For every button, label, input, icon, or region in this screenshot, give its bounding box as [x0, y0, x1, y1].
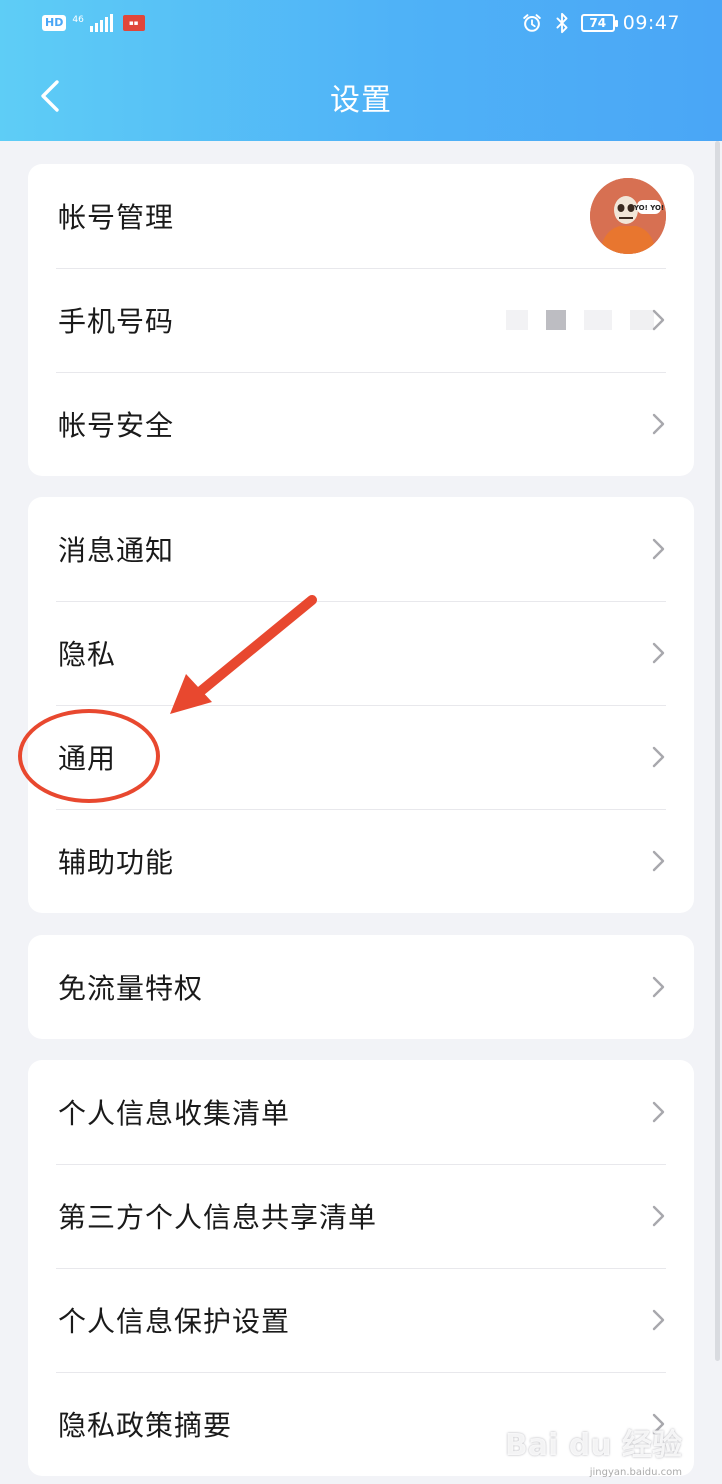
settings-row-accessibility[interactable]: 辅助功能	[28, 809, 694, 913]
chevron-right-icon	[652, 850, 665, 872]
settings-row-free-data-privilege[interactable]: 免流量特权	[28, 935, 694, 1039]
settings-row-phone-number[interactable]: 手机号码	[28, 268, 694, 372]
row-label: 隐私	[58, 638, 117, 671]
chevron-right-icon	[652, 1309, 665, 1331]
alarm-icon	[522, 14, 541, 32]
settings-row-third-party-sharing-list[interactable]: 第三方个人信息共享清单	[28, 1164, 694, 1268]
watermark-url: jingyan.baidu.com	[589, 1467, 682, 1478]
settings-row-info-protection[interactable]: 个人信息保护设置	[28, 1268, 694, 1372]
row-label: 消息通知	[58, 534, 175, 567]
row-label: 第三方个人信息共享清单	[58, 1201, 378, 1234]
row-label: 个人信息收集清单	[58, 1097, 291, 1130]
battery-icon: 74	[580, 14, 618, 32]
chevron-right-icon	[652, 1101, 665, 1123]
settings-row-privacy[interactable]: 隐私	[28, 601, 694, 705]
avatar-speech-text: YO! YO!	[633, 204, 664, 212]
settings-row-account-management[interactable]: 帐号管理 YO! YO!	[28, 164, 694, 268]
signal-icon	[89, 14, 113, 32]
row-label: 手机号码	[58, 305, 175, 338]
account-settings-card: 帐号管理 YO! YO! 手机号码 帐号安全	[28, 164, 694, 476]
chevron-right-icon	[652, 746, 665, 768]
general-settings-card: 消息通知 隐私 通用 辅助功能	[28, 497, 694, 913]
chevron-right-icon	[652, 1205, 665, 1227]
chevron-right-icon	[652, 309, 665, 331]
chevron-right-icon	[652, 976, 665, 998]
row-label: 隐私政策摘要	[58, 1409, 233, 1442]
personal-info-card: 个人信息收集清单 第三方个人信息共享清单 个人信息保护设置 隐私政策摘要	[28, 1060, 694, 1476]
hd-icon: HD	[42, 15, 67, 31]
status-time: 09:47	[622, 12, 680, 34]
row-label: 免流量特权	[58, 972, 204, 1005]
watermark-logo: Bai du 经验	[504, 1428, 682, 1463]
row-label: 个人信息保护设置	[58, 1305, 291, 1338]
header: HD 46 ▪▪ 74 09:47 设置	[0, 0, 722, 141]
row-label: 帐号管理	[58, 201, 175, 234]
network-type: 46	[72, 15, 84, 25]
settings-row-general[interactable]: 通用	[28, 705, 694, 809]
settings-row-account-security[interactable]: 帐号安全	[28, 372, 694, 476]
status-bar: HD 46 ▪▪ 74 09:47	[0, 0, 722, 54]
masked-phone-value	[506, 310, 654, 330]
settings-row-notifications[interactable]: 消息通知	[28, 497, 694, 601]
avatar: YO! YO!	[590, 178, 666, 254]
row-label: 通用	[58, 742, 117, 775]
chevron-right-icon	[652, 642, 665, 664]
chevron-right-icon	[652, 538, 665, 560]
settings-row-info-collection-list[interactable]: 个人信息收集清单	[28, 1060, 694, 1164]
scrollbar[interactable]	[715, 141, 720, 1361]
app-notification-icon: ▪▪	[122, 15, 145, 31]
bluetooth-icon	[556, 12, 568, 34]
row-label: 帐号安全	[58, 409, 175, 442]
chevron-right-icon	[652, 413, 665, 435]
data-free-card: 免流量特权	[28, 935, 694, 1039]
page-title: 设置	[330, 83, 392, 118]
row-label: 辅助功能	[58, 846, 175, 879]
